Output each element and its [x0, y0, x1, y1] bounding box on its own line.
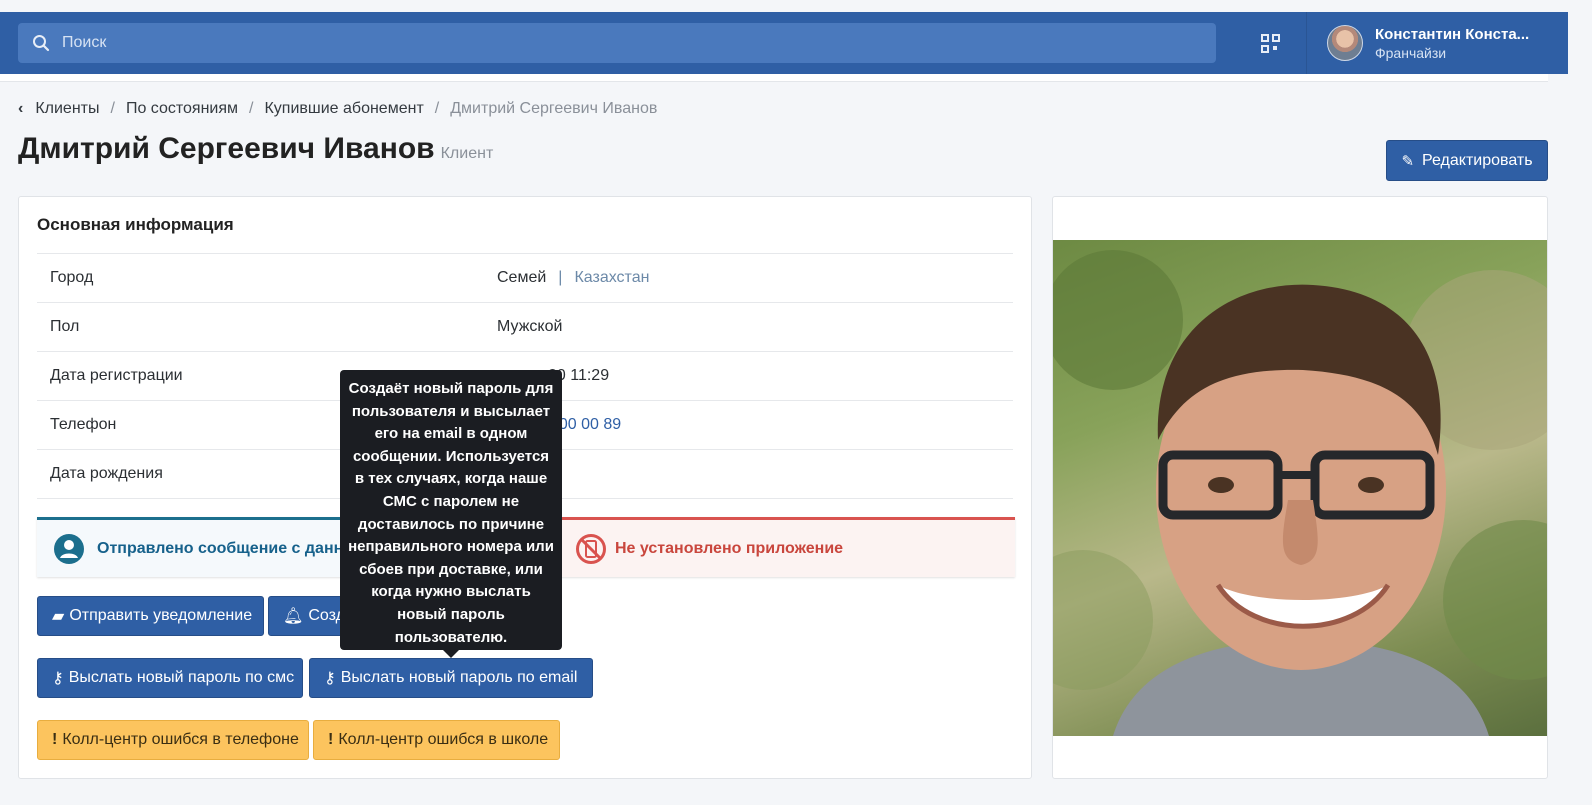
photo-card — [1052, 196, 1548, 779]
breadcrumb: ‹ Клиенты / По состояниям / Купившие або… — [18, 100, 657, 118]
pencil-icon: ✎ — [1401, 152, 1415, 170]
breadcrumb-separator: / — [434, 100, 440, 117]
chevron-left-icon[interactable]: ‹ — [18, 100, 23, 118]
callcenter-school-error-button[interactable]: ! Колл-центр ошибся в школе — [313, 720, 560, 760]
key-icon: ⚷ — [52, 670, 64, 687]
create-button-label: Созда — [308, 607, 342, 624]
bell-icon: 🔔︎ — [283, 608, 304, 625]
create-button[interactable]: 🔔︎ Созда — [268, 596, 343, 636]
search-box[interactable] — [18, 23, 1216, 63]
edit-button[interactable]: ✎ Редактировать — [1386, 140, 1548, 181]
breadcrumb-item-clients[interactable]: Клиенты — [35, 100, 99, 118]
send-password-sms-label: Выслать новый пароль по смс — [68, 669, 295, 686]
info-row-city: Город Семей | Казахстан — [37, 254, 1013, 303]
page-title: Дмитрий Сергеевич Иванов Клиент — [18, 132, 493, 166]
breadcrumb-separator: / — [110, 100, 115, 117]
breadcrumb-separator: / — [249, 100, 254, 117]
alert-sent-text: Отправлено сообщение с данным — [97, 539, 369, 557]
send-notification-label: Отправить уведомление — [69, 607, 253, 624]
search-icon — [33, 35, 50, 52]
client-photo[interactable] — [1053, 240, 1547, 736]
search-input[interactable] — [62, 34, 962, 52]
client-photo-illustration — [1053, 250, 1547, 736]
qr-code-icon[interactable] — [1261, 34, 1281, 54]
row-label: Пол — [50, 318, 80, 335]
callcenter-phone-error-button[interactable]: ! Колл-центр ошибся в телефоне — [37, 720, 309, 760]
send-password-email-button[interactable]: ⚷ Выслать новый пароль по email — [309, 658, 593, 698]
breadcrumb-current: Дмитрий Сергеевич Иванов — [450, 100, 658, 117]
tooltip-arrow — [443, 650, 459, 658]
info-row-gender: Пол Мужской — [37, 303, 1013, 352]
row-value-country: Казахстан — [574, 269, 650, 286]
breadcrumb-item-by-state[interactable]: По состояниям — [126, 100, 238, 118]
user-role: Франчайзи — [1375, 45, 1447, 61]
card-title: Основная информация — [37, 215, 234, 234]
exclamation-icon: ! — [52, 731, 58, 748]
key-icon: ⚷ — [324, 670, 336, 687]
user-circle-icon — [54, 533, 84, 564]
row-value-city: Семей — [497, 269, 547, 286]
row-value-gender: Мужской — [497, 318, 563, 335]
comment-icon: ▰ — [52, 608, 65, 625]
page-subtitle: Клиент — [440, 145, 494, 162]
value-separator: | — [558, 269, 563, 286]
user-avatar[interactable] — [1327, 25, 1363, 61]
tooltip-send-password-email: Создаёт новый пароль для пользователя и … — [340, 370, 562, 650]
exclamation-icon: ! — [328, 731, 334, 748]
edit-button-label: Редактировать — [1422, 151, 1533, 169]
callcenter-school-label: Колл-центр ошибся в школе — [338, 731, 549, 748]
user-name[interactable]: Константин Конста... — [1375, 26, 1529, 43]
navbar-divider — [1306, 12, 1307, 74]
send-password-sms-button[interactable]: ⚷ Выслать новый пароль по смс — [37, 658, 303, 698]
mobile-off-icon — [576, 533, 606, 564]
breadcrumb-item-bought[interactable]: Купившие абонемент — [264, 100, 423, 118]
top-navbar: Константин Конста... Франчайзи — [0, 12, 1568, 74]
alert-not-installed-text: Не установлено приложение — [615, 539, 844, 557]
callcenter-phone-label: Колл-центр ошибся в телефоне — [62, 731, 299, 748]
row-label: Город — [50, 269, 94, 286]
subbar — [0, 74, 1548, 82]
alert-app-not-installed: Не установлено приложение — [525, 517, 1015, 577]
send-password-email-label: Выслать новый пароль по email — [340, 669, 578, 686]
page-title-text: Дмитрий Сергеевич Иванов — [18, 132, 435, 165]
send-notification-button[interactable]: ▰ Отправить уведомление — [37, 596, 264, 636]
